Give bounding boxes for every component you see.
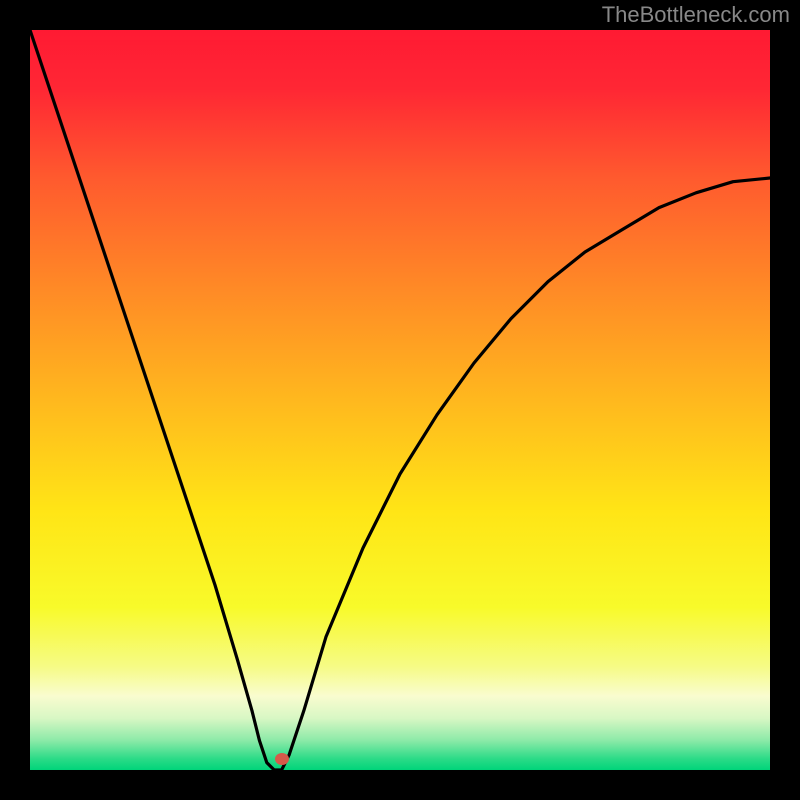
chart-container: TheBottleneck.com xyxy=(0,0,800,800)
marker-dot xyxy=(275,753,289,765)
plot-area xyxy=(30,30,770,770)
bottleneck-curve xyxy=(30,30,770,770)
watermark-text: TheBottleneck.com xyxy=(602,2,790,28)
